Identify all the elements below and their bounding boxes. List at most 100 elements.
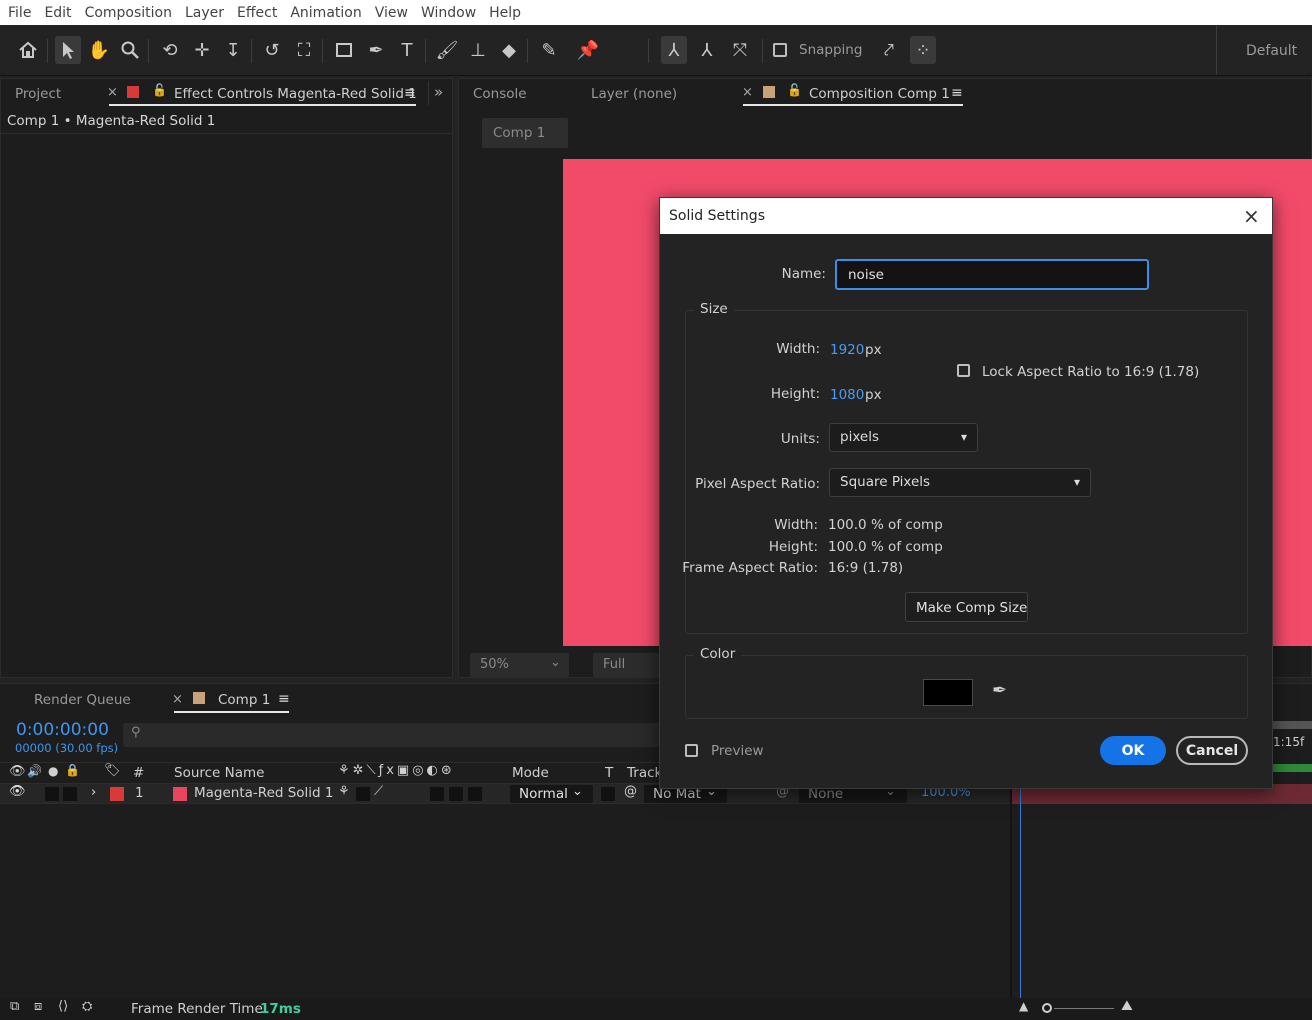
brush-tool-icon[interactable]: 🖌 bbox=[434, 36, 460, 64]
local-axis-icon[interactable]: ⅄ bbox=[661, 36, 687, 64]
width-value[interactable]: 1920 bbox=[830, 342, 864, 358]
menu-edit[interactable]: Edit bbox=[44, 5, 71, 21]
timeline-track-area[interactable] bbox=[1012, 784, 1312, 999]
menu-view[interactable]: View bbox=[375, 5, 408, 21]
playhead[interactable] bbox=[1020, 784, 1021, 999]
breadcrumb: Comp 1 • Magenta-Red Solid 1 bbox=[7, 113, 216, 129]
selection-tool-icon[interactable] bbox=[55, 36, 81, 64]
menu-file[interactable]: File bbox=[8, 5, 31, 21]
column-track-matte: Track bbox=[627, 765, 663, 781]
close-icon[interactable]: × bbox=[1243, 204, 1260, 228]
frame-aspect-ratio-label: Frame Aspect Ratio: bbox=[682, 560, 818, 576]
menu-window[interactable]: Window bbox=[421, 5, 476, 21]
menu-help[interactable]: Help bbox=[489, 5, 521, 21]
eyedropper-icon[interactable]: ✒ bbox=[992, 680, 1007, 701]
units-dropdown[interactable]: pixels ▾ bbox=[829, 423, 978, 452]
color-swatch[interactable] bbox=[923, 679, 973, 706]
ruler-end-label: 1:15f bbox=[1273, 735, 1305, 749]
percent-height-label: Height: bbox=[768, 539, 818, 555]
work-area-bar[interactable] bbox=[1272, 721, 1312, 729]
pen-tool-icon[interactable]: ✒ bbox=[363, 36, 389, 64]
close-tab-icon[interactable]: × bbox=[172, 692, 183, 707]
menu-composition[interactable]: Composition bbox=[85, 5, 172, 21]
expand-panels-icon[interactable]: » bbox=[434, 83, 443, 101]
snap-edges-icon[interactable]: ⤤ bbox=[876, 36, 902, 64]
panel-menu-icon[interactable]: ≡ bbox=[404, 85, 416, 101]
orbit-camera-icon[interactable]: ⟲ bbox=[157, 36, 183, 64]
tab-layer[interactable]: Layer (none) bbox=[591, 86, 677, 102]
comp-flowchart-button[interactable]: Comp 1 bbox=[482, 118, 568, 148]
tab-effect-controls[interactable]: Effect Controls Magenta-Red Solid 1 bbox=[174, 86, 417, 102]
tab-console[interactable]: Console bbox=[473, 86, 527, 102]
zoom-dropdown[interactable]: 50% ⌄ bbox=[470, 653, 569, 677]
snap-features-icon[interactable]: ⁘ bbox=[910, 36, 936, 64]
menu-layer[interactable]: Layer bbox=[185, 5, 224, 21]
transfer-button-icon[interactable]: ⟨⟩ bbox=[58, 999, 68, 1014]
tab-composition[interactable]: Composition Comp 1 bbox=[809, 86, 950, 102]
timeline-search-input[interactable]: ⚲ bbox=[123, 723, 663, 747]
height-unit: px bbox=[865, 387, 882, 403]
layer-button-icon[interactable]: ⧈ bbox=[34, 999, 42, 1014]
type-tool-icon[interactable]: T bbox=[394, 36, 420, 64]
shy-switch-icon[interactable]: ⚘ bbox=[338, 784, 350, 799]
lock-icon[interactable]: 🔓 bbox=[152, 83, 167, 97]
dolly-camera-icon[interactable]: ↧ bbox=[220, 36, 246, 64]
puppet-pin-tool-icon[interactable]: 📌 bbox=[575, 36, 601, 64]
hand-tool-icon[interactable]: ✋ bbox=[86, 36, 112, 64]
tab-comp-1[interactable]: Comp 1 bbox=[218, 692, 270, 708]
track-matte-icon[interactable]: @ bbox=[624, 784, 637, 799]
percent-height-value: 100.0 % of comp bbox=[828, 539, 943, 555]
percent-width-value: 100.0 % of comp bbox=[828, 517, 943, 533]
current-timecode[interactable]: 0:00:00:00 bbox=[16, 720, 109, 740]
chevron-right-icon[interactable]: › bbox=[91, 785, 96, 800]
rectangle-tool-icon[interactable] bbox=[331, 36, 357, 64]
eraser-tool-icon[interactable]: ◆ bbox=[496, 36, 522, 64]
eye-icon[interactable]: 👁 bbox=[9, 784, 26, 799]
panel-menu-icon[interactable]: ≡ bbox=[951, 85, 963, 101]
close-tab-icon[interactable]: × bbox=[742, 85, 753, 100]
comp-button-icon[interactable]: ⧉ bbox=[10, 999, 19, 1014]
pixel-aspect-ratio-dropdown[interactable]: Square Pixels ▾ bbox=[829, 468, 1091, 497]
height-value[interactable]: 1080 bbox=[830, 387, 864, 403]
mode-dropdown[interactable]: Normal ⌄ bbox=[510, 784, 593, 803]
layer-label-color[interactable] bbox=[110, 787, 124, 801]
close-tab-icon[interactable]: × bbox=[107, 85, 118, 100]
zoom-out-icon[interactable]: ▲ bbox=[1019, 999, 1028, 1013]
layer-name[interactable]: Magenta-Red Solid 1 bbox=[194, 785, 334, 801]
tab-render-queue[interactable]: Render Queue bbox=[34, 692, 131, 708]
view-axis-icon[interactable]: ⤧ bbox=[727, 36, 753, 64]
panel-menu-icon[interactable]: ≡ bbox=[278, 691, 290, 707]
search-icon: ⚲ bbox=[131, 725, 141, 740]
motion-blur-icon[interactable]: ⛭ bbox=[82, 999, 92, 1014]
ok-button[interactable]: OK bbox=[1100, 736, 1166, 765]
zoom-slider[interactable] bbox=[1042, 1003, 1114, 1015]
frame-count: 00000 (30.00 fps) bbox=[15, 741, 119, 755]
zoom-in-icon[interactable]: ⛰ bbox=[1121, 998, 1133, 1014]
pan-camera-icon[interactable]: ✛ bbox=[189, 36, 215, 64]
snapping-label: Snapping bbox=[799, 42, 863, 58]
column-source-name[interactable]: Source Name bbox=[174, 765, 265, 781]
world-axis-icon[interactable]: ⅄ bbox=[694, 36, 720, 64]
make-comp-size-button[interactable]: Make Comp Size bbox=[905, 592, 1028, 622]
menu-effect[interactable]: Effect bbox=[237, 5, 277, 21]
preview-checkbox[interactable] bbox=[685, 744, 698, 757]
home-icon[interactable] bbox=[15, 36, 41, 64]
layer-index: 1 bbox=[135, 785, 144, 801]
menu-animation[interactable]: Animation bbox=[290, 5, 361, 21]
lock-column-icon: 🔒 bbox=[65, 763, 80, 777]
quality-switch-icon[interactable]: ⟋ bbox=[374, 784, 383, 799]
render-time-value: 17ms bbox=[260, 1001, 301, 1017]
workspace-label[interactable]: Default bbox=[1246, 43, 1297, 59]
snapping-checkbox[interactable] bbox=[773, 43, 787, 57]
cancel-button[interactable]: Cancel bbox=[1176, 736, 1248, 765]
anchor-point-tool-icon[interactable]: ⛶ bbox=[291, 36, 317, 64]
roto-brush-tool-icon[interactable]: ✎ bbox=[536, 36, 562, 64]
lock-aspect-checkbox[interactable] bbox=[957, 364, 970, 377]
toolbar: ✋ ⟲ ✛ ↧ ↺ ⛶ ✒ T 🖌 ⊥ ◆ ✎ 📌 ⅄ ⅄ ⤧ Snapping… bbox=[0, 25, 1312, 76]
lock-icon[interactable]: 🔓 bbox=[787, 83, 802, 97]
clone-stamp-tool-icon[interactable]: ⊥ bbox=[465, 36, 491, 64]
tab-project[interactable]: Project bbox=[15, 86, 61, 102]
rotate-tool-icon[interactable]: ↺ bbox=[259, 36, 285, 64]
zoom-tool-icon[interactable] bbox=[117, 36, 143, 64]
name-input[interactable]: noise bbox=[835, 259, 1149, 290]
